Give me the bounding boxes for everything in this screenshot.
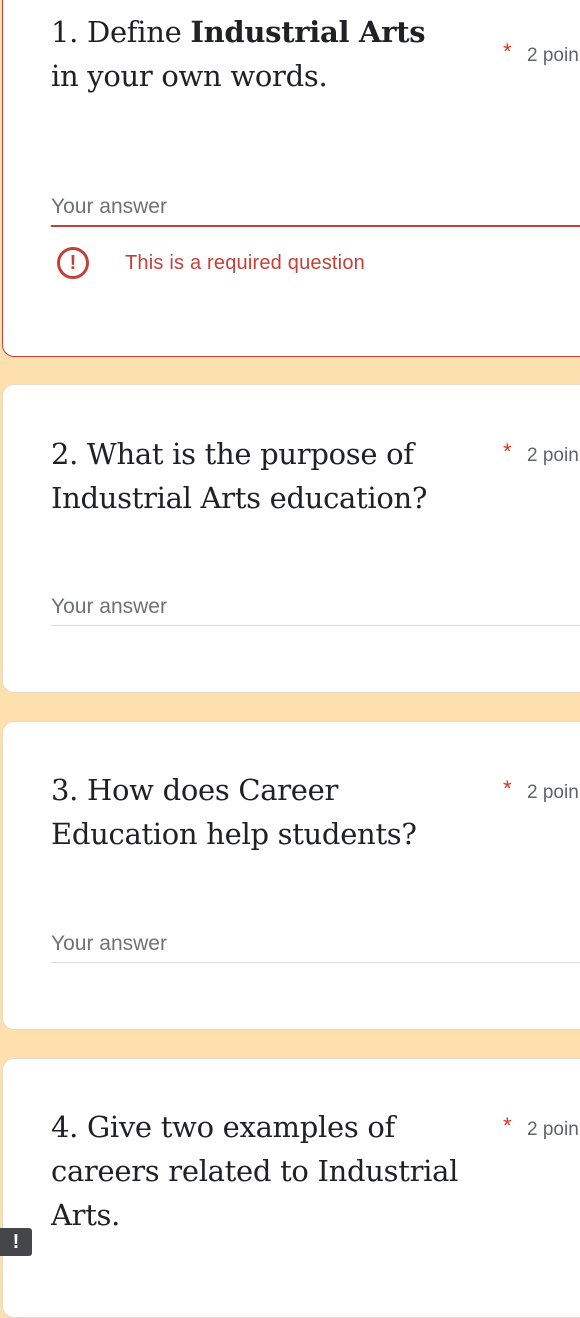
question-2-answer-input[interactable]: [51, 589, 580, 626]
question-4-points: 2 poin: [527, 1119, 579, 1140]
question-card-2: 2. What is the purpose of Industrial Art…: [2, 384, 580, 693]
question-card-4: 4. Give two examples of careers related …: [2, 1058, 580, 1318]
error-text: This is a required question: [125, 251, 365, 274]
side-alert-icon[interactable]: !: [0, 1228, 32, 1256]
required-asterisk: *: [503, 776, 512, 801]
question-3-title: 3. How does Career Education help studen…: [51, 773, 417, 851]
required-asterisk: *: [503, 1113, 512, 1138]
question-1-text-post: in your own words.: [51, 59, 328, 93]
question-1-title: 1. Define Industrial Arts in your own wo…: [51, 10, 461, 98]
question-1-points: 2 poin: [527, 45, 579, 66]
required-asterisk: *: [503, 39, 512, 64]
question-1-text-bold: Industrial Arts: [190, 15, 426, 49]
required-error-message: ! This is a required question: [57, 247, 365, 279]
question-3-points: 2 poin: [527, 782, 579, 803]
question-card-1: 1. Define Industrial Arts in your own wo…: [2, 0, 580, 357]
question-card-3: 3. How does Career Education help studen…: [2, 721, 580, 1030]
question-2-points: 2 poin: [527, 445, 579, 466]
required-asterisk: *: [503, 439, 512, 464]
question-3-answer-input[interactable]: [51, 926, 580, 963]
question-4-title: 4. Give two examples of careers related …: [51, 1110, 459, 1232]
question-1-text-pre: 1. Define: [51, 15, 191, 49]
question-2-title: 2. What is the purpose of Industrial Art…: [51, 437, 428, 515]
error-exclamation-icon: !: [57, 247, 89, 279]
question-1-answer-input[interactable]: [51, 189, 580, 227]
